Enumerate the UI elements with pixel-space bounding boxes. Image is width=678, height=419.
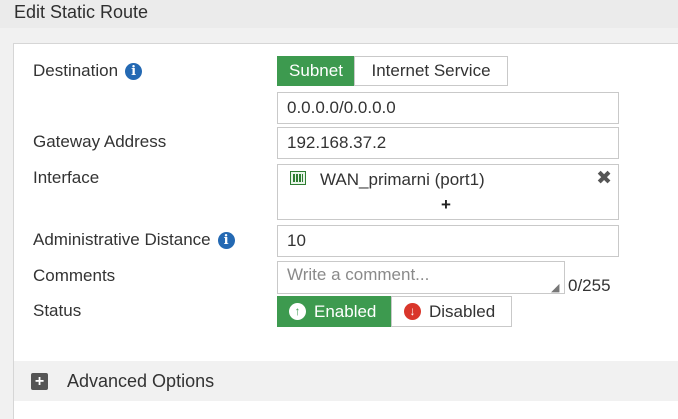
advanced-options-label: Advanced Options xyxy=(67,370,215,391)
advanced-options-toggle[interactable]: + Advanced Options xyxy=(14,361,678,401)
port-icon xyxy=(290,171,306,185)
plus-square-icon: + xyxy=(31,372,48,390)
arrow-down-circle-icon: ↓ xyxy=(404,303,421,320)
dialog-header: Edit Static Route xyxy=(0,0,678,28)
status-disabled-label: Disabled xyxy=(429,301,496,321)
destination-subnet-button[interactable]: Subnet xyxy=(277,56,355,86)
admin-distance-field[interactable]: 10 xyxy=(277,225,619,257)
gateway-label: Gateway Address xyxy=(33,132,167,151)
plus-icon[interactable]: + xyxy=(441,195,451,215)
status-disabled-button[interactable]: ↓ Disabled xyxy=(391,296,512,327)
admin-distance-value: 10 xyxy=(287,231,306,250)
interface-selector[interactable]: WAN_primarni (port1) ✖ + xyxy=(277,164,619,220)
destination-label-text: Destination xyxy=(33,61,119,80)
destination-internet-service-button[interactable]: Internet Service xyxy=(354,56,508,86)
destination-subnet-value: 0.0.0.0/0.0.0.0 xyxy=(287,98,396,117)
interface-entry: WAN_primarni (port1) xyxy=(320,170,485,189)
info-icon[interactable]: i xyxy=(217,231,235,249)
admin-distance-label-text: Administrative Distance xyxy=(33,230,211,249)
info-icon[interactable]: i xyxy=(125,62,143,80)
destination-label: Destination i xyxy=(33,59,143,83)
gateway-address-field[interactable]: 192.168.37.2 xyxy=(277,127,619,159)
interface-label: Interface xyxy=(33,168,100,187)
admin-distance-label: Administrative Distance i xyxy=(33,228,235,252)
comments-label: Comments xyxy=(33,266,116,285)
comments-input[interactable] xyxy=(277,261,565,294)
status-enabled-label: Enabled xyxy=(314,301,377,321)
gateway-address-value: 192.168.37.2 xyxy=(287,133,387,152)
dialog-title: Edit Static Route xyxy=(14,2,149,22)
close-icon[interactable]: ✖ xyxy=(596,167,612,190)
status-label: Status xyxy=(33,301,82,320)
comment-char-counter: 0/255 xyxy=(568,276,611,295)
arrow-up-circle-icon: ↑ xyxy=(289,303,306,320)
status-enabled-button[interactable]: ↑ Enabled xyxy=(277,296,392,327)
destination-subnet-field[interactable]: 0.0.0.0/0.0.0.0 xyxy=(277,92,619,124)
